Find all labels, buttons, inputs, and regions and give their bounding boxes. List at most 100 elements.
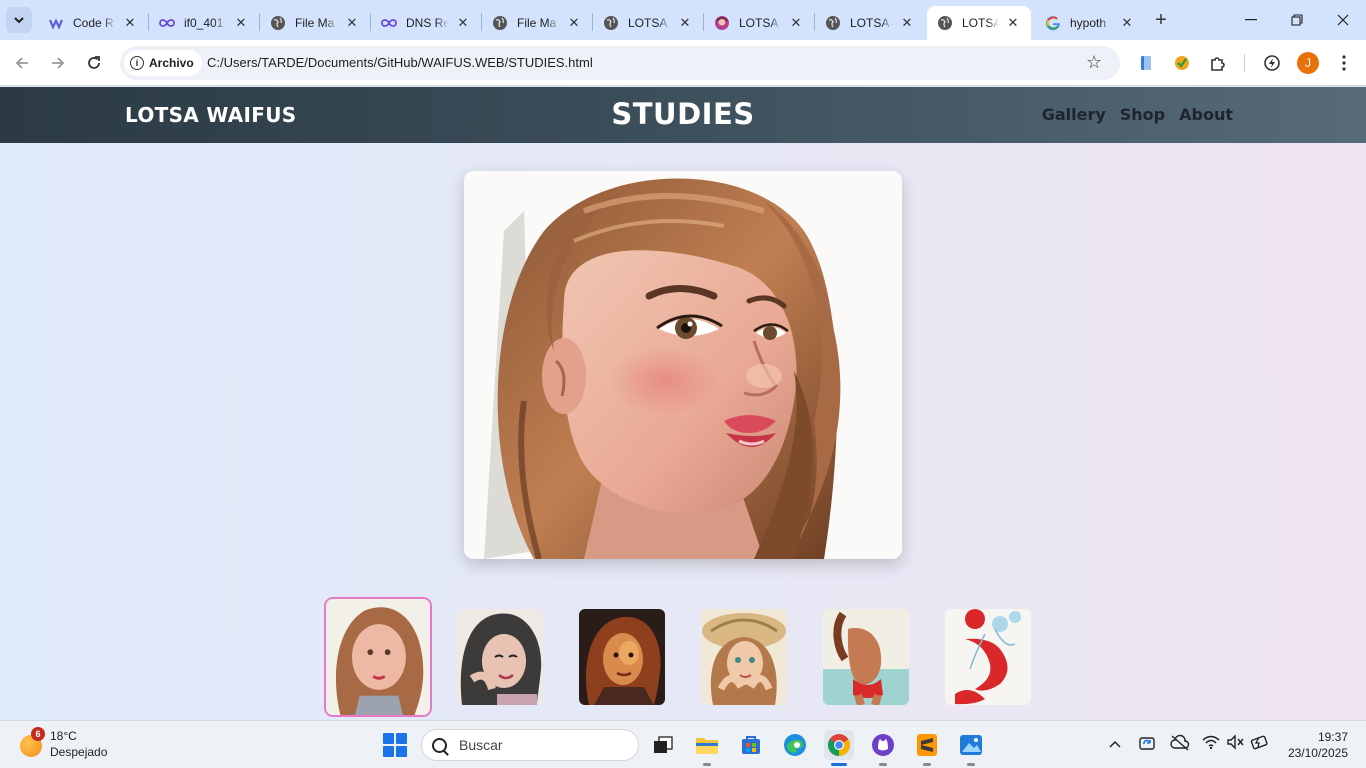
temperature: 18°C (50, 729, 77, 743)
url-text[interactable]: C:/Users/TARDE/Documents/GitHub/WAIFUS.W… (207, 55, 593, 70)
edge-icon[interactable] (780, 730, 810, 760)
tab-9[interactable]: hypoth ✕ (1035, 6, 1145, 40)
extensions-puzzle-icon[interactable] (1204, 49, 1232, 77)
tab-1[interactable]: if0_401 ✕ (149, 6, 259, 40)
task-view-icon[interactable] (648, 730, 678, 760)
web-page: LOTSA WAIFUS STUDIES Gallery Shop About (0, 87, 1366, 720)
tab-title: DNS Re (406, 16, 449, 30)
notification-badge: 6 (31, 727, 45, 741)
tab-title: hypoth (1070, 16, 1107, 30)
tab-title: Code R (73, 16, 114, 30)
tab-8-active[interactable]: LOTSA- ✕ (927, 6, 1031, 40)
nav-gallery-link[interactable]: Gallery (1042, 105, 1106, 124)
new-tab-icon[interactable]: + (1150, 9, 1172, 31)
tab-0[interactable]: Code R ✕ (38, 6, 148, 40)
bookmark-star-icon[interactable]: ☆ (1086, 52, 1102, 73)
nav-about-link[interactable]: About (1179, 105, 1233, 124)
tab-6[interactable]: LOTSA ✕ (704, 6, 814, 40)
tab-3[interactable]: DNS Re ✕ (371, 6, 481, 40)
close-tab-icon[interactable]: ✕ (899, 15, 915, 31)
globe-icon (492, 15, 508, 31)
search-icon (432, 737, 447, 753)
site-header: LOTSA WAIFUS STUDIES Gallery Shop About (0, 87, 1366, 143)
tab-title: File Ma (295, 16, 335, 30)
tab-5[interactable]: LOTSA ✕ (593, 6, 703, 40)
tab-7[interactable]: LOTSA- ✕ (815, 6, 925, 40)
tab-title: if0_401 (184, 16, 224, 30)
extension-icon[interactable] (1168, 49, 1196, 77)
thumbnail-image (823, 609, 909, 705)
volume-muted-icon[interactable] (1226, 734, 1244, 753)
close-tab-icon[interactable]: ✕ (1119, 15, 1135, 31)
thumbnail-6[interactable] (945, 609, 1031, 705)
file-explorer-icon[interactable] (692, 730, 722, 766)
restore-icon[interactable] (1274, 0, 1320, 40)
sublime-text-icon[interactable] (912, 730, 942, 766)
close-tab-icon[interactable]: ✕ (344, 15, 360, 31)
menu-kebab-icon[interactable] (1330, 49, 1358, 77)
thumbnail-2[interactable] (457, 609, 543, 705)
thumbnail-image (579, 609, 665, 705)
site-info-label: Archivo (149, 56, 194, 70)
start-windows-icon[interactable] (383, 733, 407, 757)
thumbnail-image (457, 609, 543, 705)
store-icon[interactable] (736, 730, 766, 760)
thumbnail-strip (0, 597, 1366, 717)
show-hidden-icons-icon[interactable] (1109, 735, 1121, 751)
wifi-icon[interactable] (1202, 734, 1220, 753)
clock-date: 23/10/2025 (1287, 746, 1348, 760)
thumbnail-4[interactable] (701, 609, 787, 705)
search-placeholder: Buscar (459, 737, 503, 753)
profile-avatar[interactable]: J (1297, 52, 1319, 74)
close-tab-icon[interactable]: ✕ (566, 15, 582, 31)
github-desktop-icon[interactable] (868, 730, 898, 766)
close-tab-icon[interactable]: ✕ (677, 15, 693, 31)
weather-widget[interactable]: 6 18°C Despejado (16, 727, 136, 763)
tab-search-button[interactable] (6, 7, 32, 33)
back-icon[interactable] (8, 49, 36, 77)
infinity-icon (381, 15, 397, 31)
performance-icon[interactable] (1258, 49, 1286, 77)
nav-shop-link[interactable]: Shop (1120, 105, 1165, 124)
photos-icon[interactable] (956, 730, 986, 766)
tab-title: LOTSA- (962, 16, 999, 30)
reading-mode-icon[interactable] (1132, 49, 1160, 77)
tab-4[interactable]: File Ma ✕ (482, 6, 592, 40)
tab-title: LOTSA (628, 16, 668, 30)
address-bar[interactable]: i Archivo C:/Users/TARDE/Documents/GitHu… (120, 46, 1120, 80)
system-clock[interactable]: 19:37 23/10/2025 (1288, 729, 1348, 761)
globe-icon (603, 15, 619, 31)
globe-icon (937, 15, 953, 31)
forward-icon[interactable] (44, 49, 72, 77)
tab-title: File Ma (517, 16, 557, 30)
globe-icon (270, 15, 286, 31)
featured-artwork[interactable] (464, 171, 902, 559)
thumbnail-3[interactable] (579, 609, 665, 705)
close-tab-icon[interactable]: ✕ (1005, 15, 1021, 31)
tab-2[interactable]: File Ma ✕ (260, 6, 370, 40)
codeium-icon (48, 15, 64, 31)
minimize-icon[interactable] (1228, 0, 1274, 40)
close-window-icon[interactable] (1320, 0, 1366, 40)
globe-icon (825, 15, 841, 31)
taskbar: 6 18°C Despejado Buscar 19:37 23/10/2025 (0, 720, 1366, 768)
close-tab-icon[interactable]: ✕ (233, 15, 249, 31)
running-indicator (703, 763, 711, 766)
google-icon (1045, 15, 1061, 31)
battery-charging-icon[interactable] (1250, 734, 1270, 753)
cloud-offline-icon[interactable] (1170, 734, 1190, 755)
close-tab-icon[interactable]: ✕ (455, 15, 471, 31)
close-tab-icon[interactable]: ✕ (122, 15, 138, 31)
close-tab-icon[interactable]: ✕ (788, 15, 804, 31)
browser-tab-strip: Code R ✕ if0_401 ✕ File Ma ✕ DNS Re ✕ Fi… (0, 0, 1366, 40)
reload-icon[interactable] (80, 49, 108, 77)
thumbnail-5[interactable] (823, 609, 909, 705)
site-info-chip[interactable]: i Archivo (124, 50, 202, 76)
taskbar-search[interactable]: Buscar (421, 729, 639, 761)
chrome-icon[interactable] (824, 730, 854, 766)
avatar-favicon-icon (714, 15, 730, 31)
thumbnail-image (701, 609, 787, 705)
thumbnail-1-selected[interactable] (324, 597, 432, 717)
portrait-illustration (464, 171, 902, 559)
sync-icon[interactable] (1138, 734, 1156, 755)
